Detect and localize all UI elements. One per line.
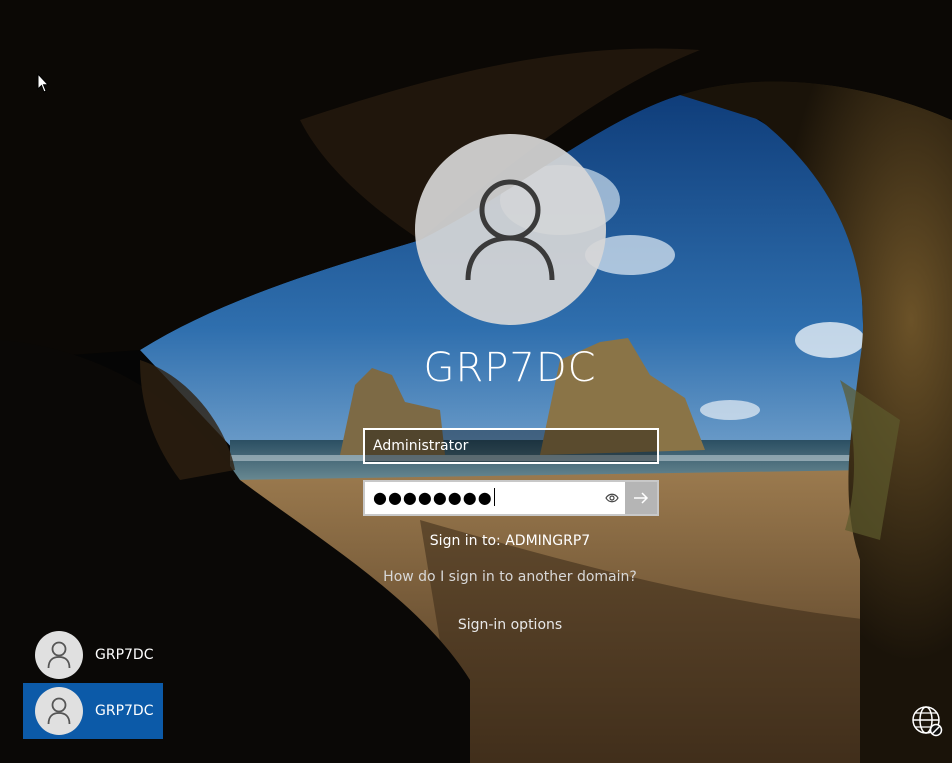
submit-button[interactable]: [625, 482, 657, 514]
user-tile[interactable]: GRP7DC: [23, 627, 163, 683]
network-globe-icon: [912, 706, 943, 737]
other-domain-link[interactable]: How do I sign in to another domain?: [300, 569, 720, 585]
password-masked-value: ●●●●●●●●: [373, 488, 493, 507]
mouse-pointer-icon: [37, 72, 50, 97]
reveal-password-button[interactable]: [599, 482, 625, 514]
user-avatar-icon: [35, 687, 83, 735]
sign-in-options-link[interactable]: Sign-in options: [300, 617, 720, 633]
password-input[interactable]: ●●●●●●●●: [365, 482, 599, 514]
user-avatar: [415, 134, 606, 325]
username-field[interactable]: Administrator: [363, 428, 659, 464]
user-avatar-icon: [465, 179, 555, 281]
user-tile-name: GRP7DC: [95, 647, 154, 663]
password-field[interactable]: ●●●●●●●●: [363, 480, 659, 516]
eye-icon: [605, 493, 619, 503]
arrow-right-icon: [634, 492, 649, 504]
user-tile-selected[interactable]: GRP7DC: [23, 683, 163, 739]
text-caret: [493, 488, 495, 506]
sign-in-to-label: Sign in to: ADMINGRP7: [429, 533, 591, 549]
user-avatar-icon: [35, 631, 83, 679]
network-button[interactable]: [911, 705, 943, 741]
user-tile-name: GRP7DC: [95, 703, 154, 719]
username-title: GRP7DC: [423, 345, 597, 391]
